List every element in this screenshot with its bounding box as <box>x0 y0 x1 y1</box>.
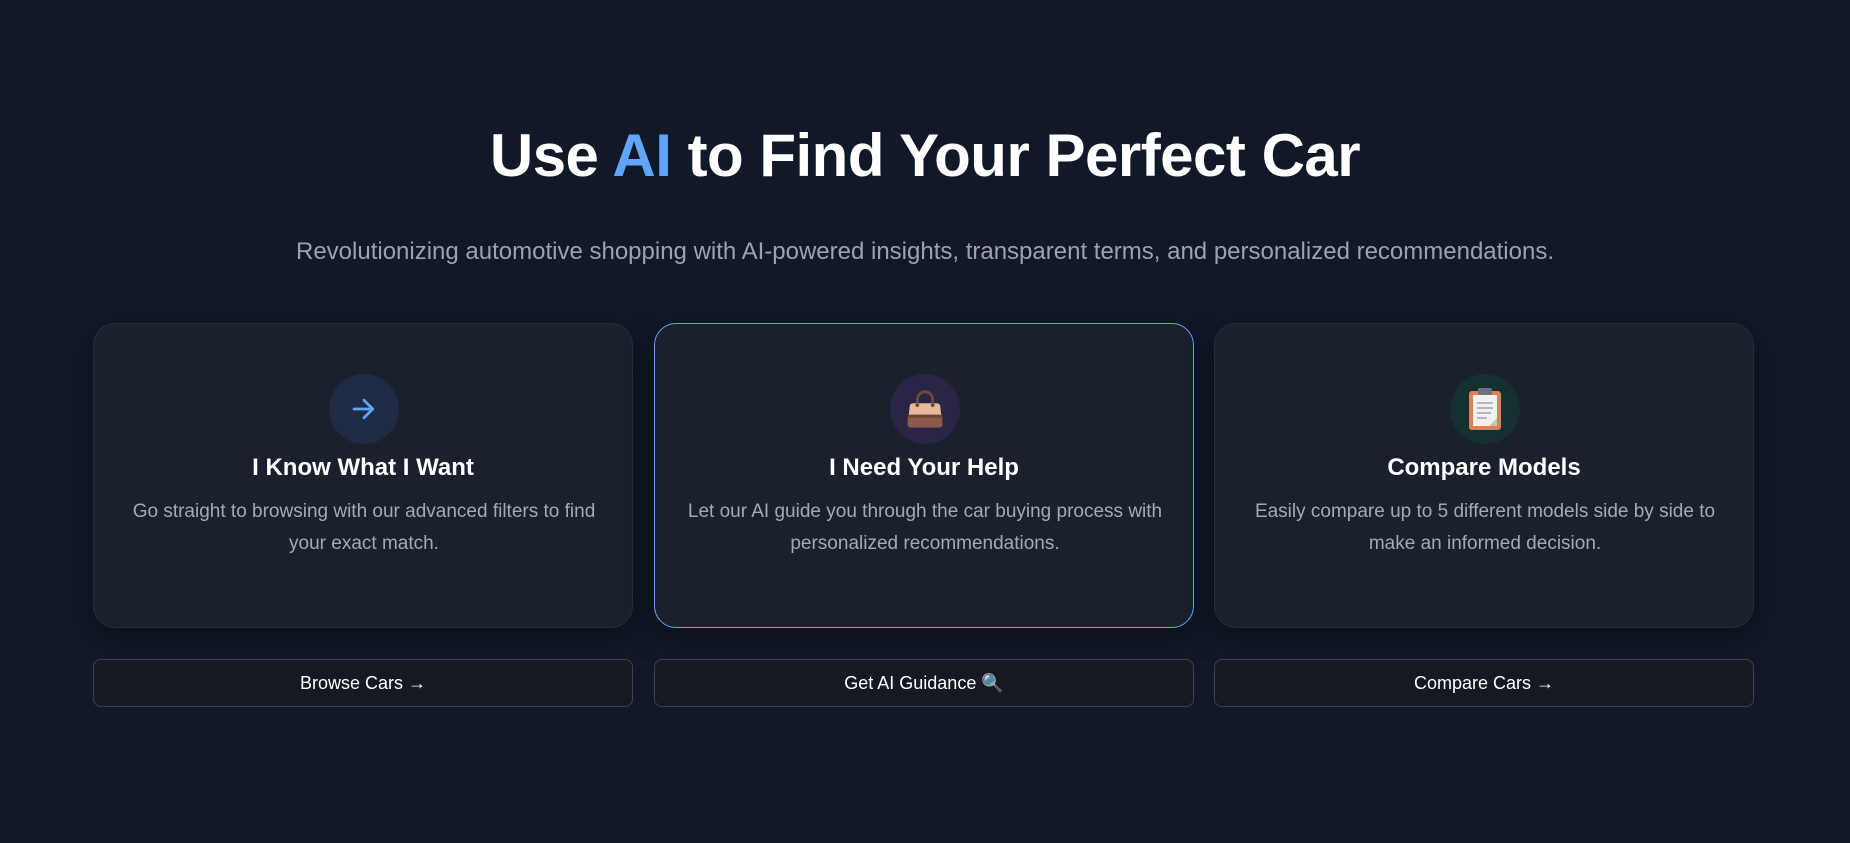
card-title: I Need Your Help <box>829 454 1019 481</box>
handbag-icon <box>890 374 960 444</box>
page-title: Use AI to Find Your Perfect Car <box>0 118 1850 194</box>
arrow-right-icon <box>329 374 399 444</box>
card-need-your-help[interactable]: I Need Your Help Let our AI guide you th… <box>654 323 1194 628</box>
hero-section: Use AI to Find Your Perfect Car Revoluti… <box>0 0 1850 843</box>
card-description: Go straight to browsing with our advance… <box>132 501 596 554</box>
browse-cars-button[interactable]: Browse Cars → <box>93 659 633 707</box>
title-prefix: Use <box>489 122 599 189</box>
card-description: Easily compare up to 5 different models … <box>1254 501 1716 554</box>
page-subtitle: Revolutionizing automotive shopping with… <box>295 238 1555 265</box>
title-suffix: to Find Your Perfect Car <box>687 122 1361 189</box>
card-title: I Know What I Want <box>252 454 474 481</box>
card-compare-models[interactable]: Compare Models Easily compare up to 5 di… <box>1214 323 1754 628</box>
card-description: Let our AI guide you through the car buy… <box>687 501 1163 554</box>
get-ai-guidance-button[interactable]: Get AI Guidance 🔍 <box>654 659 1194 707</box>
card-title: Compare Models <box>1387 454 1581 481</box>
title-accent: AI <box>612 122 672 189</box>
clipboard-icon <box>1450 374 1520 444</box>
card-know-what-i-want[interactable]: I Know What I Want Go straight to browsi… <box>93 323 633 628</box>
compare-cars-button[interactable]: Compare Cars → <box>1214 659 1754 707</box>
